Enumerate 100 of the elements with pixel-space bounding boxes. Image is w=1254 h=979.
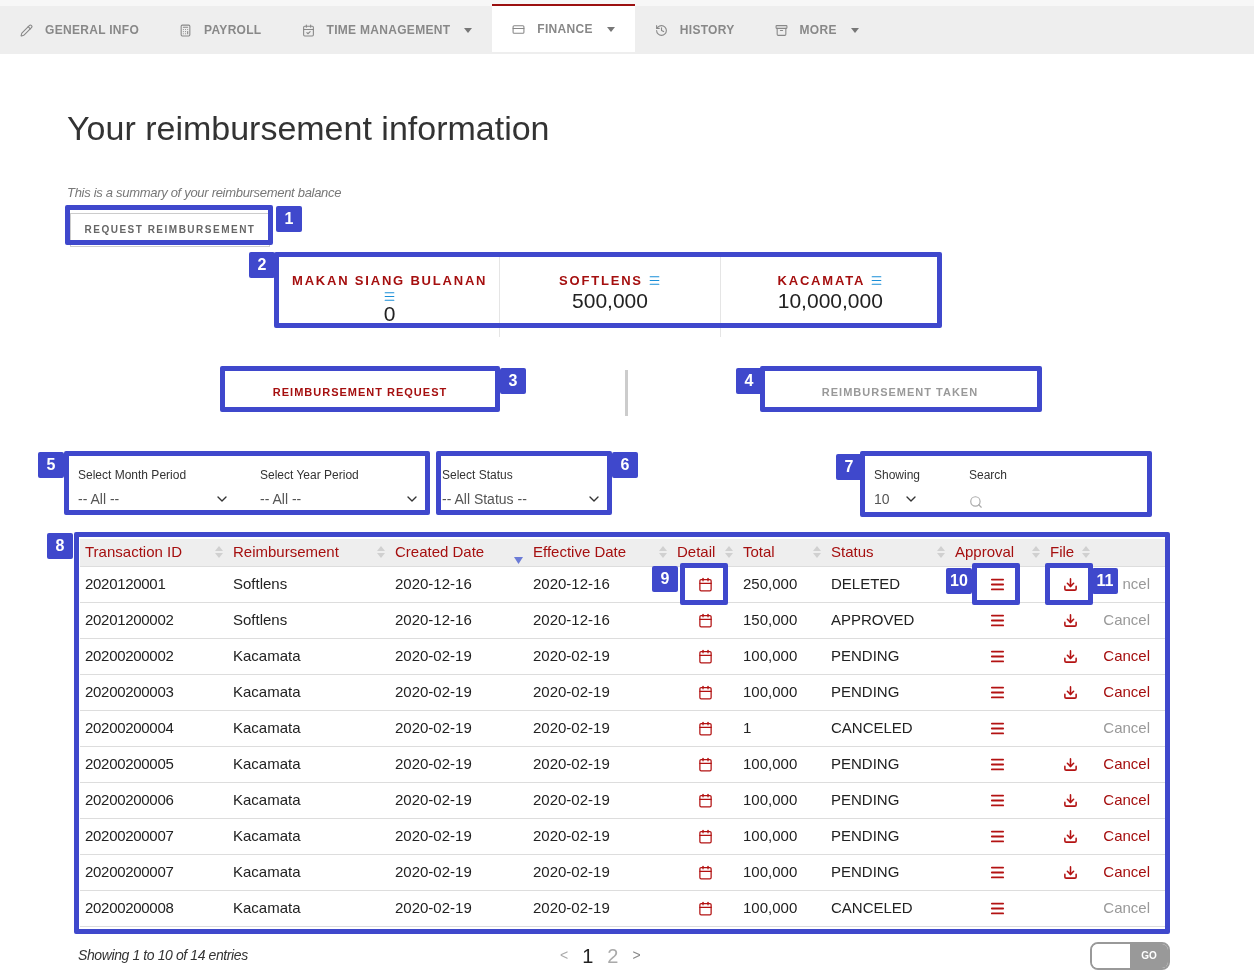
view-tab[interactable]: REIMBURSEMENT REQUEST bbox=[225, 374, 495, 411]
table-cell: 20200200006 bbox=[85, 790, 174, 808]
select-field[interactable]: Select Status -- All Status -- bbox=[442, 465, 602, 510]
table-cell: 20200200007 bbox=[85, 862, 174, 880]
calendar-icon[interactable] bbox=[697, 792, 713, 808]
table-cell: Kacamata bbox=[233, 826, 301, 844]
annotation-number: 4 bbox=[736, 368, 762, 394]
table-cell: 20200200007 bbox=[85, 826, 174, 844]
column-header[interactable]: File bbox=[1050, 540, 1075, 564]
column-header[interactable]: Created Date bbox=[395, 540, 485, 564]
table-cell: Kacamata bbox=[233, 862, 301, 880]
field-label: Search bbox=[969, 466, 1009, 484]
download-icon[interactable] bbox=[1062, 828, 1078, 844]
download-icon[interactable] bbox=[1062, 756, 1078, 772]
select-value: 10 bbox=[874, 489, 890, 509]
calendar-icon[interactable] bbox=[697, 612, 713, 628]
cancel-link[interactable]: Cancel bbox=[1103, 860, 1150, 884]
cancel-link[interactable]: Cancel bbox=[1103, 788, 1150, 812]
table-cell: 100,000 bbox=[743, 682, 798, 700]
cancel-link[interactable]: Cancel bbox=[1103, 644, 1150, 668]
next-page-link[interactable]: > bbox=[632, 945, 641, 966]
table-cell: DELETED bbox=[831, 574, 901, 592]
cancel-link[interactable]: Cancel bbox=[1103, 680, 1150, 704]
balance-name: SOFTLENS bbox=[559, 271, 643, 290]
search-icon bbox=[969, 494, 983, 509]
table-cell: 2020-02-19 bbox=[395, 682, 472, 700]
calendar-icon[interactable] bbox=[697, 900, 713, 916]
menu-icon[interactable] bbox=[870, 273, 884, 287]
column-header[interactable]: Total bbox=[743, 540, 775, 564]
table-cell: APPROVED bbox=[831, 610, 915, 628]
calendar-icon[interactable] bbox=[697, 684, 713, 700]
column-header[interactable]: Reimbursement bbox=[233, 540, 339, 564]
download-icon[interactable] bbox=[1062, 684, 1078, 700]
table-cell: Kacamata bbox=[233, 718, 301, 736]
table-cell: 2020-02-19 bbox=[533, 862, 610, 880]
table-cell: 2020-02-19 bbox=[395, 898, 472, 916]
table-cell: 20200200005 bbox=[85, 754, 174, 772]
table-cell: 20200200003 bbox=[85, 682, 174, 700]
table-cell: 250,000 bbox=[743, 574, 798, 592]
nav-tab[interactable]: FINANCE bbox=[492, 4, 635, 52]
caret-icon bbox=[850, 27, 859, 33]
table-cell: Kacamata bbox=[233, 790, 301, 808]
menu-icon[interactable] bbox=[383, 290, 397, 303]
sort-desc-icon[interactable] bbox=[514, 556, 523, 564]
table-cell: 2020-02-19 bbox=[395, 754, 472, 772]
table-cell: 2020-02-19 bbox=[533, 754, 610, 772]
table-cell: PENDING bbox=[831, 862, 900, 880]
column-header[interactable]: Effective Date bbox=[533, 540, 627, 564]
balance-name: MAKAN SIANG BULANAN bbox=[292, 271, 488, 290]
download-icon[interactable] bbox=[1062, 864, 1078, 880]
page-title: Your reimbursement information bbox=[67, 108, 551, 148]
select-value: -- All Status -- bbox=[442, 489, 527, 509]
calendar-icon[interactable] bbox=[697, 864, 713, 880]
archive-icon bbox=[774, 23, 788, 37]
table-cell: 100,000 bbox=[743, 898, 798, 916]
calendar-icon bbox=[301, 23, 315, 37]
calendar-icon[interactable] bbox=[697, 648, 713, 664]
table-cell: Kacamata bbox=[233, 898, 301, 916]
column-header[interactable]: Status bbox=[831, 540, 874, 564]
calendar-icon[interactable] bbox=[697, 756, 713, 772]
select-field[interactable]: Showing 10 bbox=[874, 465, 919, 519]
download-icon[interactable] bbox=[1062, 648, 1078, 664]
annotation-number: 9 bbox=[652, 566, 678, 592]
table-cell: 2020-02-19 bbox=[533, 898, 610, 916]
download-icon[interactable] bbox=[1062, 792, 1078, 808]
cancel-link[interactable]: Cancel bbox=[1103, 752, 1150, 776]
download-icon[interactable] bbox=[1062, 576, 1078, 592]
annotation-number: 6 bbox=[612, 452, 638, 478]
calendar-icon[interactable] bbox=[697, 576, 713, 592]
select-field[interactable]: Select Month Period -- All -- bbox=[78, 465, 230, 519]
menu-icon[interactable] bbox=[647, 273, 661, 287]
column-header[interactable]: Transaction ID bbox=[85, 540, 182, 564]
table-cell: PENDING bbox=[831, 826, 900, 844]
balance-amount: 500,000 bbox=[572, 290, 648, 312]
annotation-number: 2 bbox=[249, 252, 275, 278]
table-cell: 2020-02-19 bbox=[533, 790, 610, 808]
table-cell: PENDING bbox=[831, 646, 900, 664]
request-reimbursement-button[interactable]: REQUEST REIMBURSEMENT bbox=[70, 212, 270, 247]
field-label: Select Month Period bbox=[78, 466, 188, 484]
table-cell: Softlens bbox=[233, 610, 288, 628]
annotation-number: 3 bbox=[500, 368, 526, 394]
table-cell: 2020-02-19 bbox=[395, 862, 472, 880]
balance-name: KACAMATA bbox=[777, 271, 866, 290]
download-icon[interactable] bbox=[1062, 612, 1078, 628]
calendar-icon[interactable] bbox=[697, 720, 713, 736]
calculator-icon bbox=[179, 23, 193, 37]
calendar-icon[interactable] bbox=[697, 828, 713, 844]
table-cell: PENDING bbox=[831, 790, 900, 808]
select-value: -- All -- bbox=[260, 489, 302, 509]
select-field[interactable]: Select Year Period -- All -- bbox=[260, 465, 420, 519]
cancel-link[interactable]: Cancel bbox=[1103, 824, 1150, 848]
table-cell: Kacamata bbox=[233, 682, 301, 700]
table-cell: 2020-12-16 bbox=[395, 610, 472, 628]
table-cell: 150,000 bbox=[743, 610, 798, 628]
table-cell: PENDING bbox=[831, 754, 900, 772]
table-cell: 100,000 bbox=[743, 790, 798, 808]
column-header[interactable]: Approval bbox=[955, 540, 1015, 564]
balance-amount: 10,000,000 bbox=[777, 290, 883, 312]
page-link[interactable]: 1 bbox=[582, 940, 594, 971]
column-header[interactable]: Detail bbox=[677, 540, 716, 564]
